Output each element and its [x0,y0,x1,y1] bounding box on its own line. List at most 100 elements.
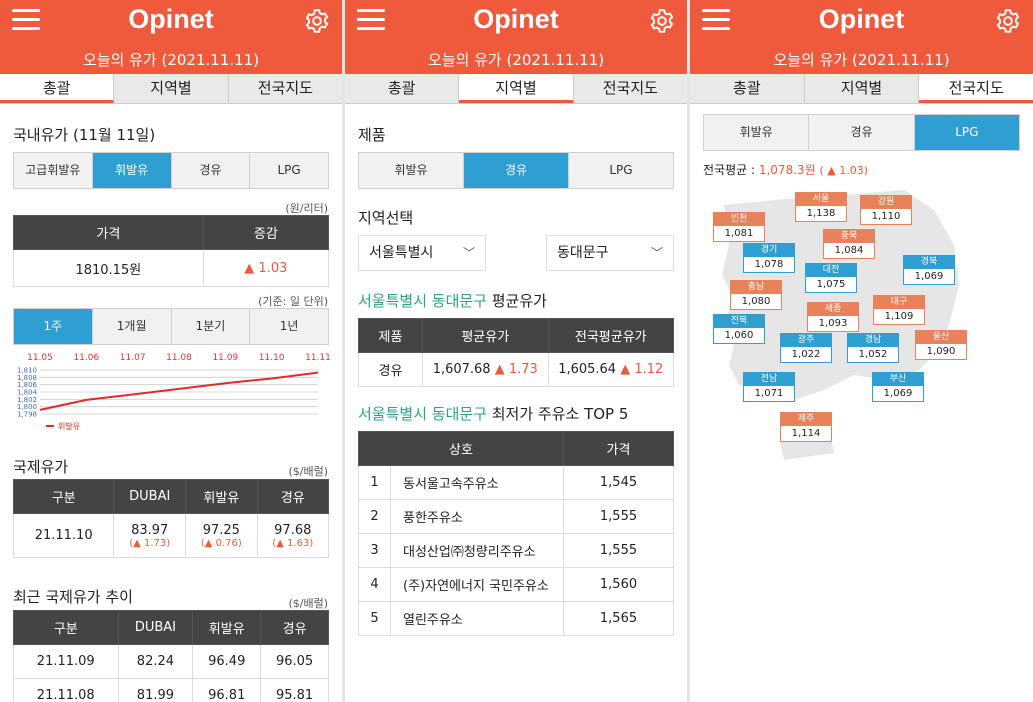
table-row[interactable]: 3 대성산업㈜청량리주유소 1,555 [358,533,674,568]
product-gasoline[interactable]: 휘발유 [704,115,810,150]
product-diesel[interactable]: 경유 [464,153,569,188]
table-row[interactable]: 4 (주)자연에너지 국민주유소 1,560 [358,567,674,602]
legend-label: 휘발유 [58,421,80,431]
product-diesel[interactable]: 경유 [809,115,915,150]
intl-date: 21.11.10 [12,513,115,558]
x-tick-label: 11.06 [73,353,99,363]
product-selector: 휘발유 경유 LPG [358,152,674,189]
main-tabs: 총괄 지역별 전국지도 [345,74,687,104]
rank: 2 [358,499,391,534]
product-lpg[interactable]: LPG [569,153,673,188]
region-box-12[interactable]: 광주 1,022 [780,333,832,363]
station-name: 대성산업㈜청량리주유소 [390,533,564,568]
gear-icon[interactable] [649,8,675,34]
summary-panel: Opinet 오늘의 유가 (2021.11.11) 총괄 지역별 전국지도 국… [0,0,342,702]
product-diesel[interactable]: 경유 [171,153,251,188]
trend-cell: 95.81 [260,678,329,702]
domestic-title: 국내유가 (11월 11일) [13,126,156,144]
table-row[interactable]: 1 동서울고속주유소 1,545 [358,465,674,500]
avg-header-national: 전국평균유가 [547,318,674,353]
product-label: 제품 [358,126,386,144]
rank: 1 [358,465,391,500]
region-box-9[interactable]: 세종 1,093 [807,302,859,332]
tab-summary[interactable]: 총괄 [0,74,115,103]
tab-summary[interactable]: 총괄 [690,74,805,103]
avg-change: ▲ 1.73 [494,362,538,377]
region-box-6[interactable]: 경북 1,069 [903,255,955,285]
region-box-0[interactable]: 서울 1,138 [795,192,847,222]
gear-icon[interactable] [304,8,330,34]
tab-map[interactable]: 전국지도 [919,74,1033,103]
region-price: 1,110 [871,211,901,222]
intl-gasoline: 97.25 [202,522,240,538]
opinet-logo: Opinet [473,4,559,34]
gear-icon[interactable] [995,8,1021,34]
intl-diesel: 97.68 [274,522,312,538]
region-name: 광주 [781,334,831,347]
product-gasoline[interactable]: 휘발유 [92,153,172,188]
region-price: 1,109 [884,311,914,322]
tab-region[interactable]: 지역별 [459,74,574,103]
period-1month[interactable]: 1개월 [92,309,172,344]
station-price: 1,560 [563,567,674,602]
region-price: 1,060 [724,330,754,341]
opinet-logo: Opinet [128,4,214,34]
region-name: 세종 [808,303,858,316]
product-selector: 고급휘발유 휘발유 경유 LPG [13,152,329,189]
region-panel: Opinet 오늘의 유가 (2021.11.11) 총괄 지역별 전국지도 제… [345,0,687,702]
region-price: 1,138 [806,208,836,219]
region-box-15[interactable]: 부산 1,069 [872,372,924,402]
region-name: 경기 [744,244,794,257]
region-name: 대구 [874,296,924,309]
sido-select[interactable]: 서울특별시 ﹀ [358,235,486,271]
table-row[interactable]: 5 열린주유소 1,565 [358,601,674,636]
tab-region[interactable]: 지역별 [114,74,229,103]
trend-cell: 82.24 [117,644,194,679]
region-box-14[interactable]: 전남 1,071 [743,372,795,402]
intl-price-table: 구분 DUBAI 휘발유 경유 21.11.10 83.97 (▲ 1.73) 9… [12,479,330,558]
period-1week[interactable]: 1주 [14,309,93,344]
x-tick-label: 11.05 [27,353,53,363]
region-box-11[interactable]: 울산 1,090 [915,330,967,360]
region-name: 서울 [796,193,846,206]
region-box-1[interactable]: 강원 1,110 [860,195,912,225]
tab-map[interactable]: 전국지도 [228,74,342,103]
region-box-3[interactable]: 충북 1,084 [823,229,875,259]
region-box-2[interactable]: 인천 1,081 [713,212,765,242]
region-box-7[interactable]: 충남 1,080 [730,280,782,310]
series-line-gasoline [39,371,319,411]
y-tick-label: 1,798 [17,411,37,419]
period-quarter[interactable]: 1분기 [171,309,251,344]
region-price: 1,080 [741,296,771,307]
period-1year[interactable]: 1년 [250,309,328,344]
region-name: 울산 [916,331,966,344]
avg-title: 서울특별시 동대문구 평균유가 [358,292,547,310]
sigungu-select[interactable]: 동대문구 ﹀ [546,235,674,271]
region-box-16[interactable]: 제주 1,114 [780,412,832,442]
product-lpg[interactable]: LPG [914,115,1019,150]
date-title: 오늘의 유가 (2021.11.11) [773,51,950,69]
station-name: 동서울고속주유소 [390,465,564,500]
region-box-8[interactable]: 대구 1,109 [873,295,925,325]
tab-region[interactable]: 지역별 [804,74,920,103]
region-box-10[interactable]: 전북 1,060 [713,314,765,344]
chevron-down-icon: ﹀ [462,246,475,260]
tab-summary[interactable]: 총괄 [345,74,460,103]
nat-change: ▲ 1.12 [620,362,664,377]
sigungu-value: 동대문구 [557,245,609,261]
domestic-price-table: 가격 증감 1810.15원 ▲ 1.03 [13,215,330,287]
region-box-4[interactable]: 경기 1,078 [743,243,795,273]
hamburger-menu-icon[interactable] [12,9,40,31]
hamburger-menu-icon[interactable] [357,9,385,31]
table-row[interactable]: 2 풍한주유소 1,555 [358,499,674,534]
region-name: 제주 [781,413,831,426]
product-gasoline[interactable]: 휘발유 [359,153,464,188]
region-box-13[interactable]: 경남 1,052 [847,333,899,363]
tab-map[interactable]: 전국지도 [573,74,687,103]
product-premium-gasoline[interactable]: 고급휘발유 [14,153,93,188]
hamburger-menu-icon[interactable] [702,9,730,31]
trend-header-date: 구분 [13,610,119,645]
product-lpg[interactable]: LPG [250,153,328,188]
region-box-5[interactable]: 대전 1,075 [805,263,857,293]
basis-note: (기준: 일 단위) [258,295,328,308]
